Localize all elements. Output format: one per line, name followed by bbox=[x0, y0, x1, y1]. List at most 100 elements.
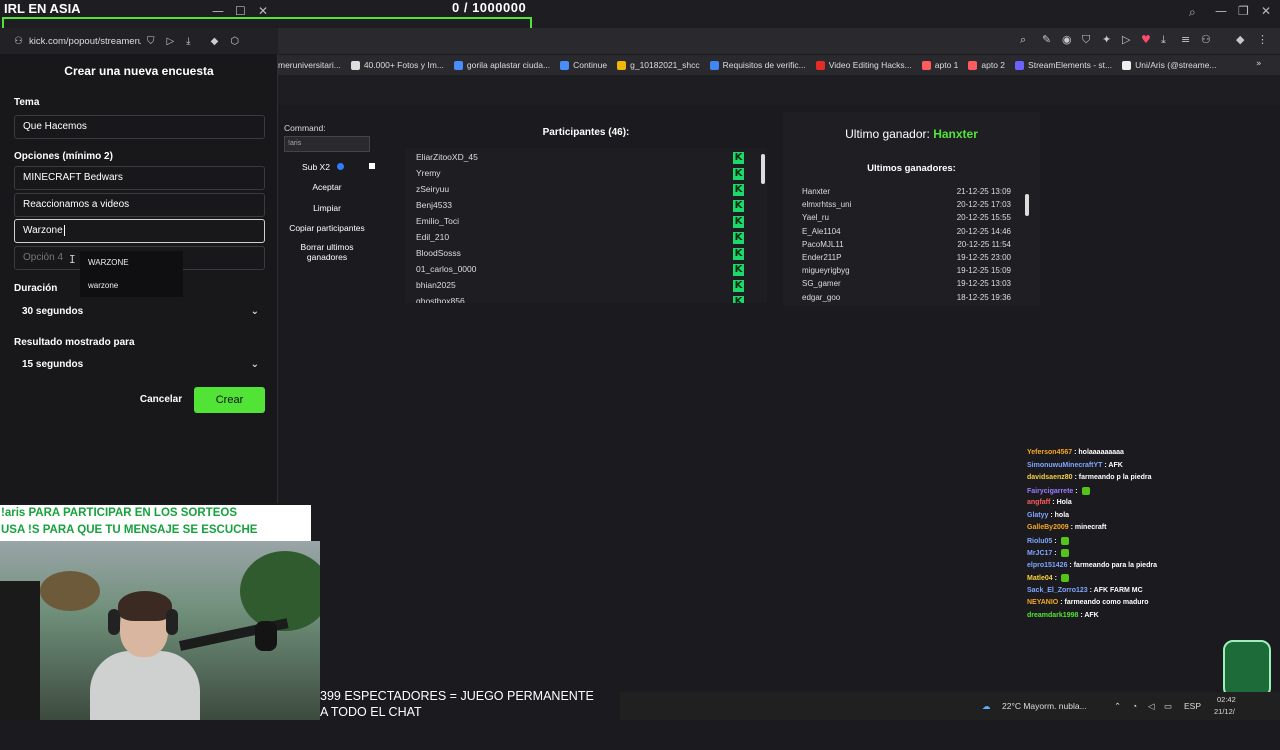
language-indicator[interactable]: ESP bbox=[1184, 701, 1201, 711]
winner-name: SG_gamer bbox=[802, 279, 841, 289]
bookmark-item[interactable]: apto 1 bbox=[921, 60, 958, 70]
maximize-icon[interactable]: ☐ bbox=[235, 4, 246, 18]
sub-x2-checkbox[interactable] bbox=[369, 163, 375, 169]
volume-icon[interactable]: ◁ bbox=[1148, 701, 1155, 712]
tray-expand-icon[interactable]: ⌃ bbox=[1114, 701, 1121, 712]
bookmark-item[interactable]: 40.000+ Fotos y Im... bbox=[350, 60, 444, 70]
chat-username[interactable]: Matle04 bbox=[1027, 575, 1053, 582]
chat-username[interactable]: elpro151426 bbox=[1027, 562, 1067, 569]
zoom-icon[interactable]: ⌕ bbox=[1020, 33, 1026, 47]
extension-icon[interactable]: ⬡ bbox=[230, 36, 239, 47]
cancel-button[interactable]: Cancelar bbox=[138, 388, 184, 412]
clear-button[interactable]: Limpiar bbox=[284, 203, 370, 213]
accept-button[interactable]: Aceptar bbox=[284, 182, 370, 192]
shield-icon[interactable]: ⛉ bbox=[147, 36, 155, 47]
autocomplete-item[interactable]: warzone bbox=[80, 274, 183, 297]
download-icon[interactable]: ⤓ bbox=[186, 36, 190, 47]
participants-scrollbar[interactable] bbox=[761, 154, 765, 184]
winner-name: migueyrigbyg bbox=[802, 266, 850, 276]
more-icon[interactable]: ⋮ bbox=[1257, 33, 1268, 46]
option-1-input[interactable]: MINECRAFT Bedwars bbox=[14, 166, 265, 190]
chat-username[interactable]: davidsaenz80 bbox=[1027, 474, 1073, 481]
play-icon[interactable]: ▷ bbox=[1122, 33, 1130, 46]
chat-username[interactable]: Yeferson4567 bbox=[1027, 449, 1072, 456]
bookmark-item[interactable]: g_10182021_shcc bbox=[617, 60, 700, 70]
extension-icon[interactable]: ✦ bbox=[1102, 33, 1111, 46]
participant-row[interactable]: Benj4533 bbox=[416, 200, 452, 210]
bookmark-item[interactable]: Video Editing Hacks... bbox=[815, 60, 912, 70]
bookmark-item[interactable]: gorila aplastar ciuda... bbox=[453, 60, 550, 70]
bookmark-label: meruniversitari... bbox=[278, 60, 341, 70]
wifi-icon[interactable]: ◔ bbox=[1132, 701, 1137, 711]
weather-text[interactable]: 22°C Mayorm. nubla... bbox=[1002, 701, 1087, 711]
chat-username[interactable]: Sack_El_Zorro123 bbox=[1027, 587, 1088, 594]
participant-row[interactable]: EliarZitooXD_45 bbox=[416, 152, 478, 162]
option-3-input[interactable]: Warzone bbox=[14, 219, 265, 243]
participant-row[interactable]: Emilio_Toci bbox=[416, 216, 459, 226]
close-icon[interactable]: ✕ bbox=[1261, 4, 1271, 18]
heart-icon[interactable]: ♥ bbox=[1141, 33, 1151, 46]
shield-icon[interactable]: ⛉ bbox=[1082, 33, 1090, 47]
create-button[interactable]: Crear bbox=[194, 387, 265, 413]
edit-icon[interactable]: ✎ bbox=[1042, 33, 1051, 46]
clear-winners-button[interactable]: Borrar ultimos ganadores bbox=[284, 242, 370, 262]
profile-icon[interactable]: ⚇ bbox=[1201, 33, 1211, 46]
command-input[interactable]: !aris bbox=[284, 136, 370, 152]
chat-username[interactable]: dreamdark1998 bbox=[1027, 612, 1078, 619]
menu-icon[interactable]: ≡ bbox=[1181, 33, 1190, 46]
chat-username[interactable]: angfaff bbox=[1027, 499, 1050, 506]
bookmark-item[interactable]: StreamElements - st... bbox=[1015, 60, 1112, 70]
site-info-icon[interactable]: ⚇ bbox=[14, 36, 23, 47]
bookmark-item[interactable]: Requisitos de verific... bbox=[709, 60, 806, 70]
camera-icon[interactable]: ◉ bbox=[1062, 33, 1072, 46]
option-2-input[interactable]: Reaccionamos a videos bbox=[14, 193, 265, 217]
winner-row: E_Ale1104 20-12-25 14:46 bbox=[802, 227, 1011, 236]
bookmark-item[interactable]: Uni/Aris (@streame... bbox=[1122, 60, 1217, 70]
chat-message: Fairycigarrete : bbox=[1027, 486, 1090, 495]
bookmark-favicon-icon bbox=[560, 60, 570, 70]
participant-row[interactable]: Edil_210 bbox=[416, 232, 449, 242]
chat-message: Yeferson4567 : holaaaaaaaaa bbox=[1027, 449, 1124, 456]
chat-separator: : bbox=[1052, 537, 1059, 545]
topic-input[interactable]: Que Hacemos bbox=[14, 115, 265, 139]
wallet-icon[interactable]: ◆ bbox=[211, 36, 219, 47]
download-icon[interactable]: ⤓ bbox=[1161, 33, 1166, 47]
bookmark-item[interactable]: meruniversitari... bbox=[278, 60, 341, 70]
winners-scrollbar[interactable] bbox=[1025, 194, 1029, 216]
duration-select[interactable]: 30 segundos ⌄ bbox=[14, 300, 265, 324]
participant-row[interactable]: ghostbox856 bbox=[416, 296, 465, 303]
close-icon[interactable]: ✕ bbox=[258, 4, 268, 18]
clock-time[interactable]: 02:42 bbox=[1217, 695, 1236, 704]
battery-icon[interactable]: ▭ bbox=[1164, 701, 1172, 712]
participant-row[interactable]: zSeiryuu bbox=[416, 184, 449, 194]
minimize-icon[interactable]: — bbox=[212, 4, 224, 18]
chat-username[interactable]: MrJC17 bbox=[1027, 550, 1052, 557]
autocomplete-item[interactable]: WARZONE bbox=[80, 251, 183, 274]
participant-row[interactable]: 01_carlos_0000 bbox=[416, 264, 477, 274]
clock-date[interactable]: 21/12/ bbox=[1214, 707, 1235, 716]
chat-username[interactable]: GalleBy2009 bbox=[1027, 524, 1069, 531]
participant-row[interactable]: Yremy bbox=[416, 168, 441, 178]
bookmarks-overflow-icon[interactable]: » bbox=[1256, 59, 1262, 69]
maximize-icon[interactable]: ❐ bbox=[1238, 4, 1249, 18]
participant-row[interactable]: BloodSosss bbox=[416, 248, 461, 258]
bookmark-item[interactable]: apto 2 bbox=[968, 60, 1005, 70]
result-select[interactable]: 15 segundos ⌄ bbox=[14, 353, 265, 377]
person-body bbox=[90, 651, 200, 720]
chat-username[interactable]: SimonuwuMinecraftYT bbox=[1027, 462, 1102, 469]
share-icon[interactable]: ▷ bbox=[166, 36, 174, 47]
weather-icon[interactable]: ☁ bbox=[982, 701, 991, 712]
wallet-icon[interactable]: ◆ bbox=[1236, 33, 1244, 46]
popup-url[interactable]: kick.com/popout/streamerur bbox=[29, 36, 141, 47]
bookmark-item[interactable]: Continue bbox=[560, 60, 607, 70]
participant-row[interactable]: bhian2025 bbox=[416, 280, 456, 290]
minimize-icon[interactable]: — bbox=[1215, 4, 1227, 18]
winner-date: 20-12-25 15:55 bbox=[956, 213, 1011, 223]
search-icon[interactable]: ⌕ bbox=[1189, 5, 1196, 20]
chat-username[interactable]: NEYANIO bbox=[1027, 599, 1058, 606]
chat-username[interactable]: Riolu05 bbox=[1027, 537, 1052, 544]
chat-username[interactable]: Glatyy bbox=[1027, 512, 1048, 519]
chat-username[interactable]: Fairycigarrete bbox=[1027, 487, 1073, 494]
info-icon[interactable] bbox=[337, 163, 344, 170]
copy-participants-button[interactable]: Copiar participantes bbox=[284, 223, 370, 233]
